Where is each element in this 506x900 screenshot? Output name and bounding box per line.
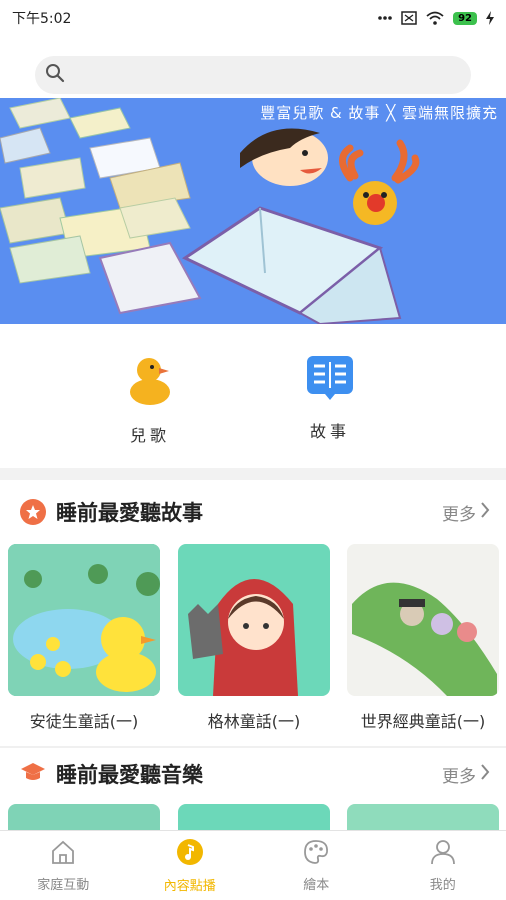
section-separator [0, 746, 506, 748]
status-bar: 下午5:02 92 [0, 0, 506, 36]
tab-label: 繪本 [303, 877, 330, 893]
wifi-icon [426, 11, 444, 25]
graduation-cap-icon [20, 761, 46, 787]
story-card[interactable]: 格林童話(一) [178, 544, 330, 732]
status-icons: 92 [378, 11, 494, 25]
search-input[interactable] [71, 66, 471, 84]
category-row: 兒歌 故事 [0, 340, 506, 462]
story-thumbnail [347, 544, 499, 696]
category-stories[interactable]: 故事 [270, 354, 390, 442]
section-header-music: 睡前最愛聽音樂 更多 [0, 752, 506, 796]
section-title: 睡前最愛聽音樂 [56, 763, 203, 787]
more-link[interactable]: 更多 [442, 500, 490, 525]
category-label: 故事 [309, 422, 350, 441]
search-icon [45, 63, 65, 87]
tab-family[interactable]: 家庭互動 [0, 831, 127, 900]
sim-icon [401, 11, 417, 25]
tab-picture-books[interactable]: 繪本 [253, 831, 380, 900]
duck-icon [125, 358, 175, 410]
battery-icon: 92 [453, 11, 477, 25]
story-thumbnail [8, 544, 160, 696]
person-icon [430, 839, 456, 869]
music-note-icon [176, 838, 204, 870]
category-nursery-rhymes[interactable]: 兒歌 [90, 354, 210, 446]
story-card[interactable]: 世界經典童話(一) [347, 544, 499, 732]
status-time: 下午5:02 [12, 11, 72, 27]
story-card[interactable]: 安徒生童話(一) [8, 544, 160, 732]
bottom-tab-bar: 家庭互動 內容點播 繪本 我的 [0, 830, 506, 900]
tab-label: 內容點播 [163, 878, 216, 894]
story-thumbnail [178, 544, 330, 696]
story-title: 安徒生童話(一) [29, 712, 139, 731]
banner-illustration [0, 98, 420, 324]
promo-banner[interactable]: 豐富兒歌 & 故事 ╳ 雲端無限擴充 [0, 98, 506, 324]
tab-label: 我的 [429, 877, 456, 893]
more-link[interactable]: 更多 [442, 762, 490, 787]
section-divider [0, 468, 506, 480]
story-carousel: 安徒生童話(一) 格林童話(一) 世界經典童話(一) [8, 544, 506, 734]
tab-label: 家庭互動 [37, 877, 90, 893]
category-label: 兒歌 [129, 426, 170, 445]
tab-profile[interactable]: 我的 [380, 831, 506, 900]
search-bar[interactable] [35, 56, 471, 94]
home-icon [50, 839, 76, 869]
more-label: 更多 [442, 504, 476, 525]
more-label: 更多 [442, 766, 476, 787]
banner-caption: 豐富兒歌 & 故事 ╳ 雲端無限擴充 [260, 104, 498, 122]
story-title: 格林童話(一) [207, 712, 301, 731]
book-icon [305, 356, 355, 406]
chevron-right-icon [480, 763, 490, 786]
chevron-right-icon [480, 501, 490, 524]
more-dots-icon [378, 16, 392, 20]
star-badge-icon [20, 499, 46, 525]
charging-icon [486, 11, 494, 25]
story-title: 世界經典童話(一) [360, 712, 486, 731]
tab-content[interactable]: 內容點播 [127, 831, 254, 900]
palette-icon [303, 839, 329, 869]
section-title: 睡前最愛聽故事 [56, 501, 203, 525]
section-header-stories: 睡前最愛聽故事 更多 [0, 490, 506, 534]
